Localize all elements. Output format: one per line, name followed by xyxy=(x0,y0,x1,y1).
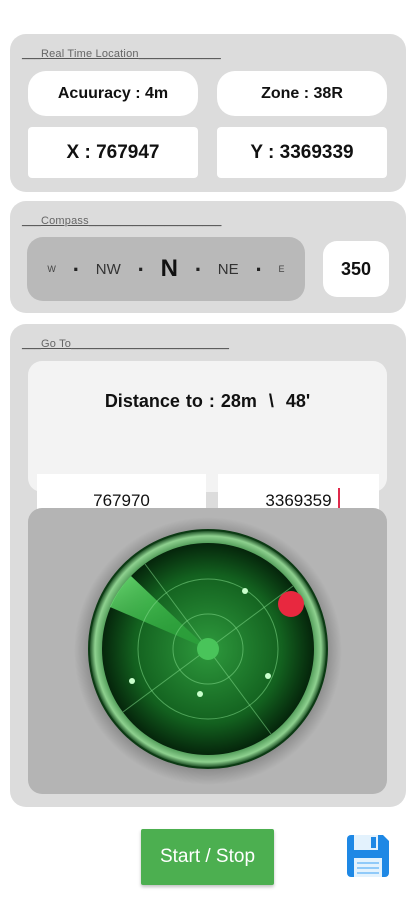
compass-strip: W . NW . N . NE . E xyxy=(27,237,305,301)
save-icon[interactable] xyxy=(345,833,391,879)
real-time-location-panel: ___Real Time Location_____________ Acuur… xyxy=(10,34,406,192)
radar-graphic xyxy=(74,517,342,785)
distance-card: Distance to : 28m \ 48' xyxy=(28,361,387,528)
zone-text: Zone : 38R xyxy=(261,84,343,102)
section-title-goto: ___Go To_________________________ xyxy=(22,338,230,350)
start-stop-button[interactable]: Start / Stop xyxy=(141,829,274,885)
compass-ne: NE xyxy=(217,260,239,278)
compass-e: E xyxy=(278,264,285,274)
compass-dot: . xyxy=(255,251,262,276)
section-title-compass: ___Compass_____________________ xyxy=(22,215,222,227)
radar-view xyxy=(28,508,387,794)
x-coordinate-text: X : 767947 xyxy=(66,141,160,163)
compass-n: N xyxy=(160,255,178,282)
compass-nw: NW xyxy=(95,260,121,278)
go-to-panel: ___Go To_________________________ Distan… xyxy=(10,324,406,807)
compass-dot: . xyxy=(194,251,201,276)
section-title-location: ___Real Time Location_____________ xyxy=(22,48,221,60)
distance-label: Distance to : 28m \ 48' xyxy=(104,391,311,411)
x-coordinate-box: X : 767947 xyxy=(28,127,198,178)
y-coordinate-text: Y : 3369339 xyxy=(250,141,354,163)
accuracy-text: Acuuracy : 4m xyxy=(57,84,169,102)
zone-pill: Zone : 38R xyxy=(217,71,387,116)
compass-dot: . xyxy=(72,251,79,276)
compass-panel: ___Compass_____________________ W . NW .… xyxy=(10,201,406,313)
compass-dot: . xyxy=(137,251,144,276)
y-coordinate-box: Y : 3369339 xyxy=(217,127,387,178)
compass-w: W xyxy=(47,264,56,274)
floppy-disk-icon xyxy=(347,835,389,877)
accuracy-pill: Acuuracy : 4m xyxy=(28,71,198,116)
heading-value: 350 xyxy=(323,241,389,297)
